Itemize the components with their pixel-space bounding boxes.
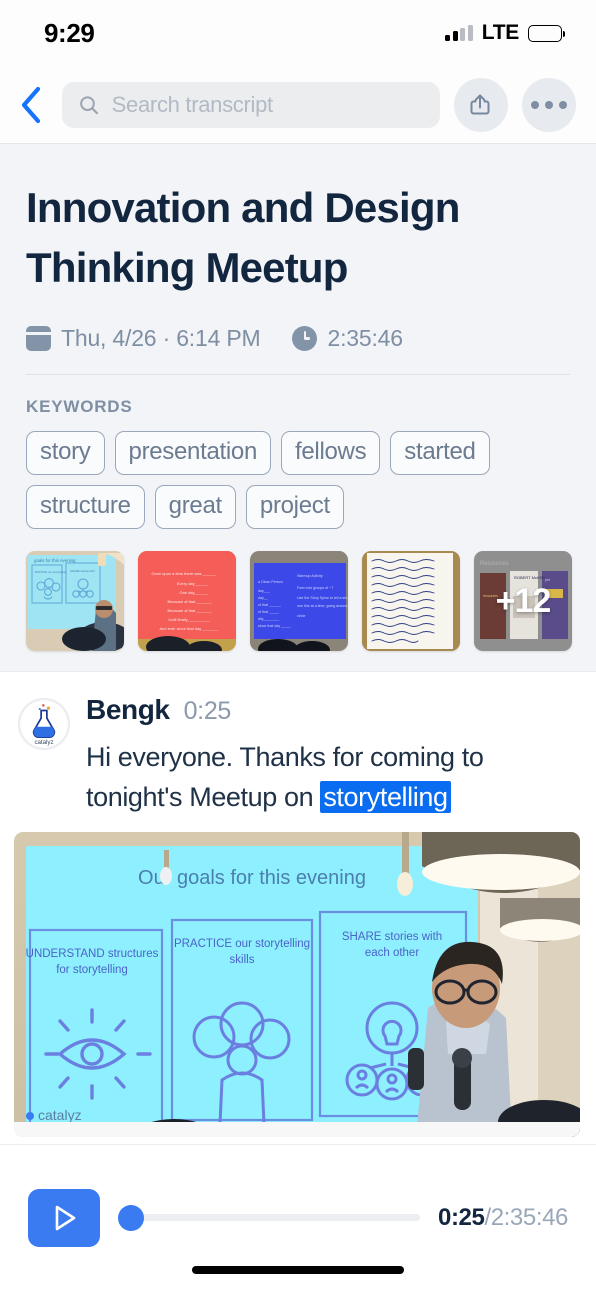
recording-meta: Thu, 4/26 · 6:14 PM 2:35:46 bbox=[26, 325, 570, 352]
scrubber-handle[interactable] bbox=[118, 1204, 144, 1231]
utterance-text[interactable]: Hi everyone. Thanks for coming to tonigh… bbox=[86, 738, 578, 818]
share-button[interactable] bbox=[454, 77, 508, 132]
svg-text:one line at a time, going arou: one line at a time, going around bbox=[297, 604, 347, 608]
svg-text:Form into groups of ~7: Form into groups of ~7 bbox=[297, 586, 333, 590]
thumbnail-overflow-count: +12 bbox=[495, 581, 552, 620]
svg-text:SHARE stories with: SHARE stories with bbox=[70, 569, 95, 573]
transcript-entry: catalyz Bengk 0:25 Hi everyone. Thanks f… bbox=[18, 694, 578, 818]
svg-text:of that _____: of that _____ bbox=[258, 610, 280, 614]
svg-text:skills: skills bbox=[230, 954, 255, 966]
keywords-label: KEYWORDS bbox=[26, 397, 133, 417]
svg-text:ally________: ally________ bbox=[258, 617, 280, 621]
speaker-header: Bengk 0:25 bbox=[86, 694, 578, 726]
playback-time: 0:25/2:35:46 bbox=[438, 1204, 568, 1232]
svg-text:each other: each other bbox=[365, 947, 420, 959]
status-indicators: LTE bbox=[445, 21, 565, 45]
playback-scrubber[interactable] bbox=[118, 1204, 420, 1231]
slide-photo-image: Our goals for this evening UNDERSTAND st… bbox=[14, 832, 580, 1138]
svg-text:One day______: One day______ bbox=[180, 590, 209, 595]
carrier-label: LTE bbox=[481, 21, 520, 44]
play-button[interactable] bbox=[28, 1188, 100, 1247]
thumbnail-image: goals for this evening RACTICE our story… bbox=[26, 551, 124, 652]
svg-text:a Clean Person: a Clean Person bbox=[258, 580, 283, 584]
current-time: 0:25 bbox=[438, 1203, 485, 1231]
keyword-chip[interactable]: started bbox=[390, 431, 490, 476]
thumbnail-strip: goals for this evening RACTICE our story… bbox=[26, 551, 572, 652]
status-bar: 9:29 LTE bbox=[0, 0, 596, 66]
avatar: catalyz bbox=[18, 698, 70, 751]
ellipsis-icon bbox=[531, 100, 567, 109]
catalyz-flask-logo-icon: catalyz bbox=[19, 699, 69, 749]
status-time: 9:29 bbox=[44, 17, 95, 48]
svg-text:Until finally__________: Until finally__________ bbox=[168, 617, 210, 622]
thumbnail-goals-slide[interactable]: goals for this evening RACTICE our story… bbox=[26, 551, 124, 652]
search-icon bbox=[80, 95, 99, 114]
home-indicator[interactable] bbox=[192, 1266, 404, 1274]
svg-text:for storytelling: for storytelling bbox=[56, 964, 128, 976]
keyword-chip[interactable]: fellows bbox=[281, 431, 381, 476]
play-icon bbox=[55, 1205, 76, 1230]
svg-text:Once upon a time there was ___: Once upon a time there was ______ bbox=[152, 571, 217, 576]
svg-text:of that ______: of that ______ bbox=[258, 603, 282, 607]
svg-text:PRACTICE our storytelling: PRACTICE our storytelling bbox=[174, 938, 310, 950]
recording-date: Thu, 4/26 · 6:14 PM bbox=[61, 325, 261, 352]
recording-duration: 2:35:46 bbox=[327, 325, 403, 352]
transcript-section: catalyz Bengk 0:25 Hi everyone. Thanks f… bbox=[0, 671, 596, 1138]
thumbnail-warmup-activity-blue[interactable]: Warmup Activity Form into groups of ~7 U… bbox=[250, 551, 348, 652]
keyword-chip-list: story presentation fellows started struc… bbox=[26, 431, 570, 530]
svg-text:Our goals for this evening: Our goals for this evening bbox=[138, 867, 366, 889]
speaker-name[interactable]: Bengk bbox=[86, 694, 170, 726]
svg-text:since that day _____: since that day _____ bbox=[258, 624, 292, 628]
chevron-left-icon bbox=[21, 86, 41, 123]
thumbnail-image: Once upon a time there was ______ Every … bbox=[138, 551, 236, 652]
svg-text:circle: circle bbox=[297, 614, 305, 618]
svg-text:catalyz: catalyz bbox=[34, 739, 53, 746]
keyword-chip[interactable]: presentation bbox=[114, 431, 272, 476]
cellular-bars-icon bbox=[445, 25, 473, 41]
back-button[interactable] bbox=[14, 84, 48, 126]
speaker-timestamp[interactable]: 0:25 bbox=[184, 697, 232, 726]
svg-text:And ever since that day ______: And ever since that day _______ bbox=[160, 626, 219, 631]
share-icon bbox=[470, 93, 490, 114]
keyword-chip[interactable]: story bbox=[26, 431, 105, 476]
svg-text:day___: day___ bbox=[258, 589, 271, 593]
transcript-slide-photo[interactable]: Our goals for this evening UNDERSTAND st… bbox=[14, 832, 580, 1138]
keyword-chip[interactable]: project bbox=[245, 485, 344, 530]
keyword-chip[interactable]: structure bbox=[26, 485, 145, 530]
svg-text:catalyz: catalyz bbox=[38, 1107, 82, 1123]
clock-icon bbox=[292, 326, 318, 352]
thumbnail-image bbox=[362, 551, 460, 652]
svg-text:Every day______: Every day______ bbox=[177, 581, 209, 586]
svg-text:RACTICE our storytelling: RACTICE our storytelling bbox=[35, 570, 67, 574]
navigation-bar bbox=[0, 66, 596, 143]
svg-text:Use the Story Spine to tell a: Use the Story Spine to tell a sto bbox=[297, 596, 347, 600]
more-options-button[interactable] bbox=[522, 77, 576, 132]
search-highlight: storytelling bbox=[320, 781, 451, 814]
svg-text:Because of that _______: Because of that _______ bbox=[168, 608, 213, 613]
svg-text:UNDERSTAND structures: UNDERSTAND structures bbox=[26, 948, 159, 960]
page-title: Innovation and Design Thinking Meetup bbox=[26, 184, 460, 291]
calendar-icon bbox=[26, 326, 51, 352]
thumbnail-resources-more[interactable]: Resources ROBERT McKEE resources pre +12 bbox=[474, 551, 572, 652]
battery-full-icon bbox=[528, 24, 565, 42]
search-input[interactable] bbox=[111, 91, 424, 118]
svg-text:Because of that _______: Because of that _______ bbox=[168, 599, 213, 604]
svg-text:day__: day__ bbox=[258, 596, 269, 600]
total-time: 2:35:46 bbox=[490, 1203, 569, 1231]
thumbnail-image: Warmup Activity Form into groups of ~7 U… bbox=[250, 551, 348, 652]
svg-text:goals for this evening: goals for this evening bbox=[34, 558, 76, 563]
svg-text:Warmup Activity: Warmup Activity bbox=[297, 574, 323, 578]
recording-header: Innovation and Design Thinking Meetup Th… bbox=[0, 143, 596, 672]
thumbnail-handwritten-notes[interactable] bbox=[362, 551, 460, 652]
svg-text:SHARE stories with: SHARE stories with bbox=[342, 931, 442, 943]
header-divider bbox=[26, 374, 570, 376]
thumbnail-story-spine-red[interactable]: Once upon a time there was ______ Every … bbox=[138, 551, 236, 652]
keyword-chip[interactable]: great bbox=[154, 485, 236, 530]
search-bar[interactable] bbox=[62, 81, 440, 128]
scrubber-track[interactable] bbox=[126, 1214, 420, 1221]
